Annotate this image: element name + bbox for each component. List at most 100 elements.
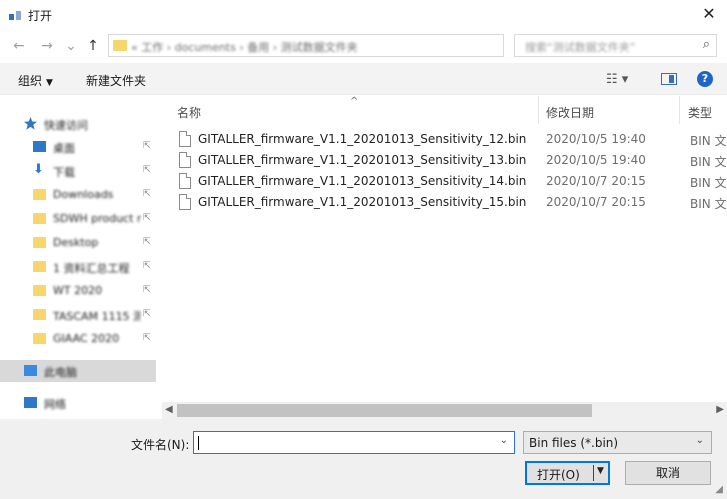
sidebar-item-folder-1[interactable]: 1 资料汇总工程 ⇱ [0, 256, 156, 278]
preview-pane-icon[interactable] [661, 73, 677, 85]
search-placeholder: 搜索“测试数据文件夹” [525, 41, 636, 54]
cancel-button[interactable]: 取消 [625, 461, 711, 485]
sidebar-item-tascam[interactable]: TASCAM 1115 测试 ⇱ [0, 304, 156, 326]
column-divider[interactable] [538, 96, 539, 124]
up-button[interactable]: ↑ [84, 38, 102, 54]
file-name: GITALLER_firmware_V1.1_20201013_Sensitiv… [198, 132, 527, 146]
sidebar-item-label: 1 资料汇总工程 [53, 262, 130, 275]
file-modified: 2020/10/7 20:15 [546, 174, 646, 188]
window-title: 打开 [28, 9, 53, 23]
pin-icon: ⇱ [143, 165, 151, 175]
pin-icon: ⇱ [143, 141, 151, 151]
pin-icon: ⇱ [143, 189, 151, 199]
search-icon[interactable]: ⌕ [703, 37, 710, 52]
sidebar-item-label: 网络 [44, 398, 66, 411]
forward-button[interactable]: → [38, 38, 56, 54]
command-bar: 组织 ▼ 新建文件夹 ☷ ▾ ? [0, 63, 727, 95]
file-type: BIN 文 [690, 155, 727, 169]
file-row[interactable]: GITALLER_firmware_V1.1_20201013_Sensitiv… [172, 171, 727, 192]
pin-icon: ⇱ [143, 237, 151, 247]
star-icon [24, 117, 37, 130]
navigation-pane: 快速访问 桌面 ⇱ ⬇ 下载 ⇱ Downloads ⇱ SDWH produc… [0, 96, 158, 416]
filename-label: 文件名(N): [131, 438, 190, 452]
sidebar-item-quick-access[interactable]: 快速访问 [0, 113, 156, 135]
horizontal-scrollbar[interactable]: ◀ ▶ [162, 402, 727, 419]
sidebar-item-download[interactable]: ⬇ 下载 ⇱ [0, 160, 156, 182]
pin-icon: ⇱ [143, 261, 151, 271]
address-bar[interactable]: « 工作 › documents › 备用 › 测试数据文件夹 ⌄ ↻ [108, 34, 605, 57]
scroll-left-icon[interactable]: ◀ [165, 404, 173, 415]
chevron-down-icon: ⌄ [695, 435, 704, 446]
column-divider[interactable] [679, 96, 680, 124]
back-button[interactable]: ← [10, 38, 28, 54]
folder-icon [33, 213, 46, 224]
sidebar-item-downloads[interactable]: Downloads ⇱ [0, 184, 156, 206]
file-row[interactable]: GITALLER_firmware_V1.1_20201013_Sensitiv… [172, 129, 727, 150]
file-row[interactable]: GITALLER_firmware_V1.1_20201013_Sensitiv… [172, 192, 727, 213]
resize-grip-icon[interactable]: ◢ [715, 484, 723, 495]
filename-field[interactable]: ⌄ [193, 431, 515, 454]
footer-panel: 文件名(N): ⌄ Bin files (*.bin) ⌄ 打开(O) ▼ 取消… [0, 419, 727, 499]
divider [593, 465, 594, 481]
file-type: BIN 文 [690, 197, 727, 211]
close-button[interactable]: ✕ [691, 0, 727, 30]
sort-ascending-icon: ^ [350, 96, 359, 107]
sidebar-item-desktop-folder[interactable]: Desktop ⇱ [0, 232, 156, 254]
file-name: GITALLER_firmware_V1.1_20201013_Sensitiv… [198, 153, 527, 167]
file-icon [179, 194, 191, 210]
file-row[interactable]: GITALLER_firmware_V1.1_20201013_Sensitiv… [172, 150, 727, 171]
open-options-icon[interactable]: ▼ [597, 466, 604, 476]
desktop-icon [33, 141, 46, 152]
sidebar-item-label: 快速访问 [44, 119, 88, 132]
scroll-right-icon[interactable]: ▶ [716, 404, 724, 415]
file-icon [179, 131, 191, 147]
folder-icon [113, 40, 127, 51]
open-button[interactable]: 打开(O) ▼ [525, 461, 610, 485]
file-icon [179, 152, 191, 168]
scrollbar-thumb[interactable] [177, 404, 592, 417]
sidebar-item-desktop[interactable]: 桌面 ⇱ [0, 136, 156, 158]
file-name: GITALLER_firmware_V1.1_20201013_Sensitiv… [198, 195, 527, 209]
sidebar-item-sdwh[interactable]: SDWH product mgmt ⇱ [0, 208, 156, 230]
folder-icon [33, 285, 46, 296]
help-icon[interactable]: ? [697, 71, 713, 87]
pin-icon: ⇱ [143, 285, 151, 295]
organize-label: 组织 [18, 74, 43, 88]
sidebar-item-label: Desktop [53, 236, 99, 249]
open-button-label: 打开(O) [537, 468, 580, 482]
breadcrumb[interactable]: « 工作 › documents › 备用 › 测试数据文件夹 [131, 39, 358, 55]
sidebar-item-network[interactable]: 网络 [0, 392, 156, 414]
caret-down-icon: ▼ [46, 78, 53, 88]
sidebar-item-label: GIAAC 2020 [53, 332, 120, 345]
text-cursor [198, 436, 199, 450]
file-type-value: Bin files (*.bin) [529, 436, 619, 450]
file-type-select[interactable]: Bin files (*.bin) ⌄ [523, 431, 712, 454]
title-bar: 打开 ✕ [0, 0, 727, 30]
sidebar-item-label: TASCAM 1115 测试 [53, 310, 141, 323]
new-folder-button[interactable]: 新建文件夹 [86, 72, 146, 89]
pin-icon: ⇱ [143, 333, 151, 343]
search-input[interactable]: 搜索“测试数据文件夹” ⌕ [514, 34, 717, 57]
address-row: ← → ⌄ ↑ « 工作 › documents › 备用 › 测试数据文件夹 … [0, 30, 727, 62]
column-header-type[interactable]: 类型 [688, 104, 712, 121]
sidebar-item-label: Downloads [53, 188, 114, 201]
sidebar-item-giaac[interactable]: GIAAC 2020 ⇱ [0, 328, 156, 350]
chevron-down-icon[interactable]: ⌄ [500, 435, 508, 446]
column-header-modified[interactable]: 修改日期 [546, 104, 594, 121]
recent-locations-button[interactable]: ⌄ [62, 38, 80, 54]
sidebar-item-wt-2020[interactable]: WT 2020 ⇱ [0, 280, 156, 302]
file-type: BIN 文 [690, 176, 727, 190]
file-modified: 2020/10/5 19:40 [546, 132, 646, 146]
file-modified: 2020/10/5 19:40 [546, 153, 646, 167]
file-type: BIN 文 [690, 134, 727, 148]
file-icon [179, 173, 191, 189]
column-header-name[interactable]: 名称 [177, 104, 201, 121]
organize-button[interactable]: 组织 ▼ [18, 72, 53, 89]
sidebar-item-label: 此电脑 [44, 366, 77, 379]
view-options-icon[interactable]: ☷ ▾ [606, 72, 628, 87]
sidebar-item-this-pc[interactable]: 此电脑 [0, 360, 156, 382]
folder-icon [33, 333, 46, 344]
pin-icon: ⇱ [143, 213, 151, 223]
sidebar-item-label: 下载 [53, 166, 75, 179]
file-name: GITALLER_firmware_V1.1_20201013_Sensitiv… [198, 174, 527, 188]
